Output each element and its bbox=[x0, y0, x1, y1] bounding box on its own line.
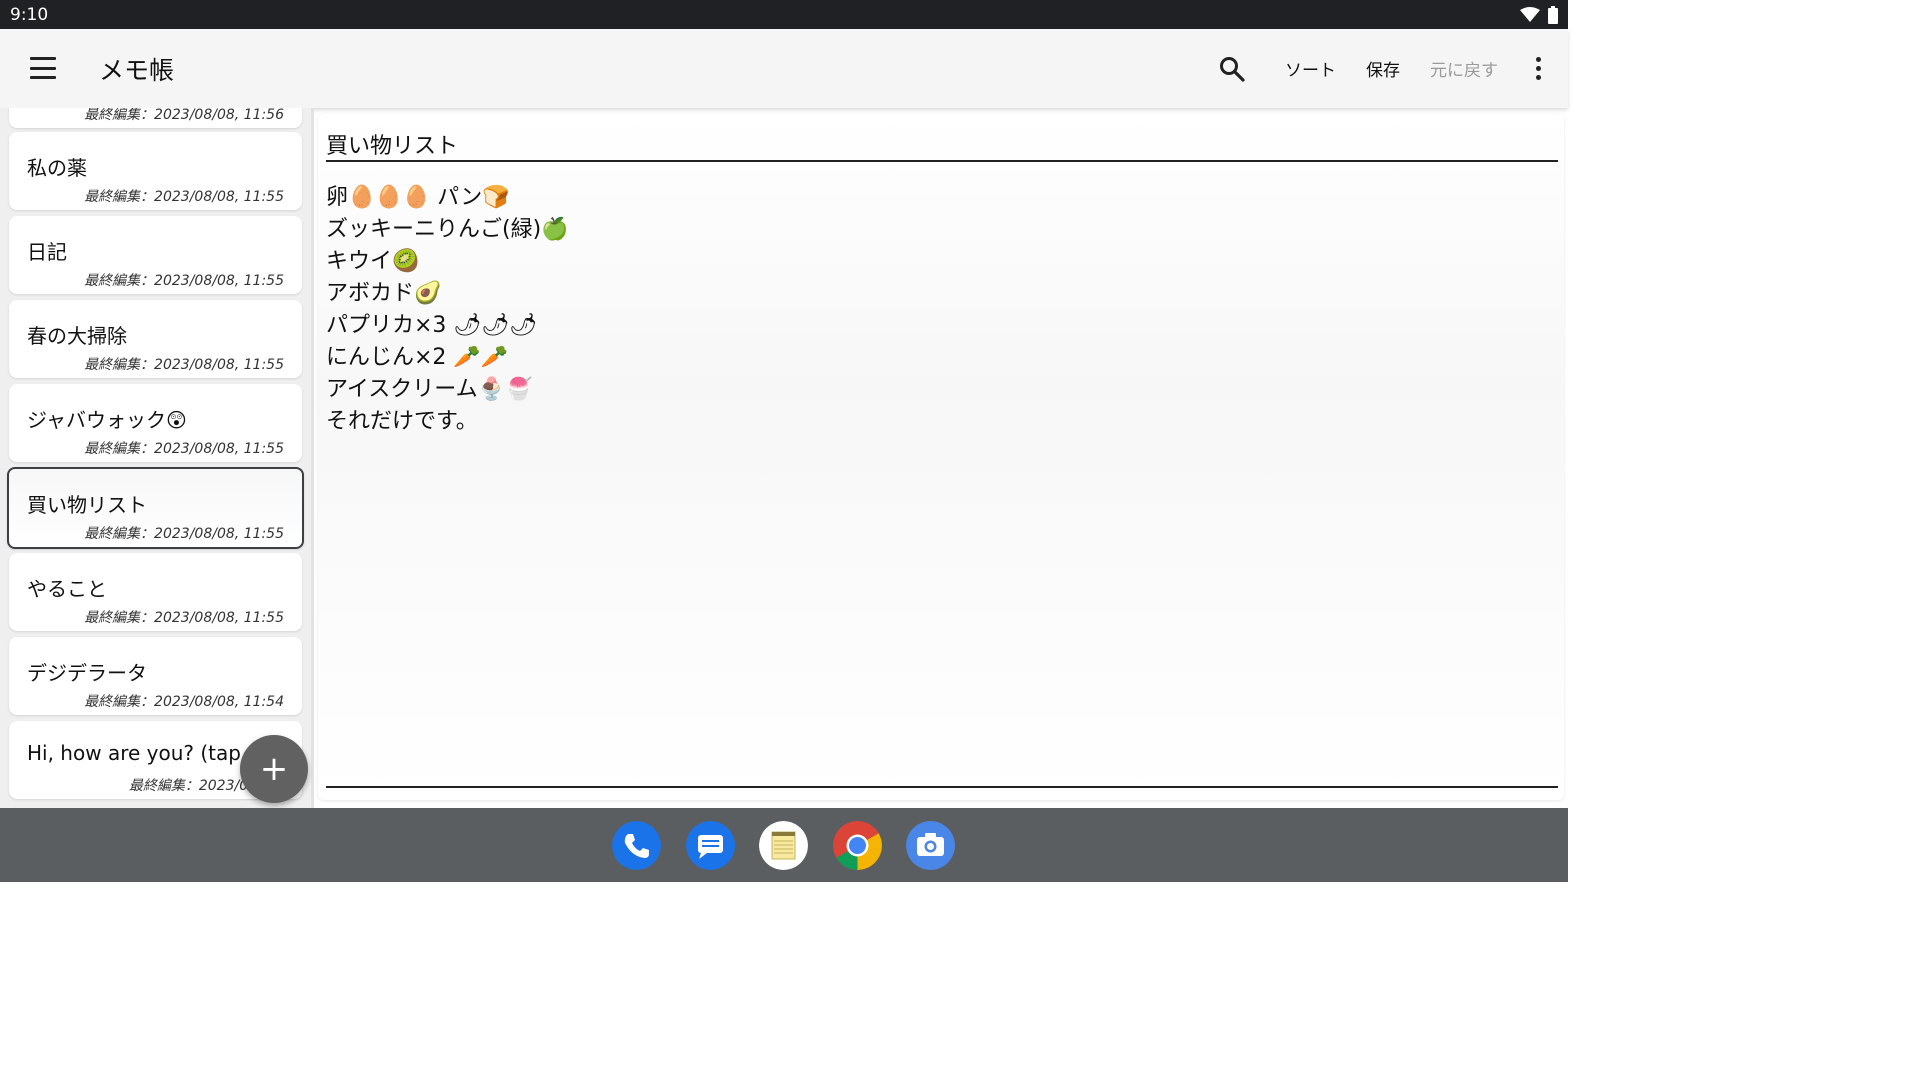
list-item[interactable]: ジャバウォック😲 最終編集：2023/08/08, 11:55 bbox=[9, 384, 302, 462]
app-dock bbox=[0, 808, 1568, 882]
note-line: 卵🥚🥚🥚 パン🍞 bbox=[326, 185, 510, 210]
note-line: アイスクリーム🍨🍧 bbox=[326, 377, 533, 402]
list-item[interactable]: デジデラータ 最終編集：2023/08/08, 11:54 bbox=[9, 637, 302, 715]
toolbar-actions: ソート 保存 元に戻す bbox=[1219, 29, 1548, 108]
app-title: メモ帳 bbox=[99, 56, 175, 85]
note-title: 私の薬 bbox=[27, 156, 87, 180]
status-icons bbox=[1520, 5, 1558, 24]
note-date: 最終編集：2023/08/08, 11:55 bbox=[84, 526, 284, 542]
note-title: 日記 bbox=[27, 240, 67, 264]
list-item[interactable]: 日記 最終編集：2023/08/08, 11:55 bbox=[9, 216, 302, 294]
note-line: にんじん×2 🥕🥕 bbox=[326, 345, 509, 370]
list-item[interactable]: 春の大掃除 最終編集：2023/08/08, 11:55 bbox=[9, 300, 302, 378]
list-item[interactable]: 最終編集：2023/08/08, 11:56 bbox=[9, 108, 302, 128]
note-line: それだけです。 bbox=[326, 409, 478, 434]
note-editor: 買い物リスト 卵🥚🥚🥚 パン🍞 ズッキーニりんご(緑)🍏 キウイ🥝 アボカド🥑 … bbox=[318, 114, 1564, 800]
battery-icon bbox=[1548, 5, 1558, 24]
undo-button[interactable]: 元に戻す bbox=[1430, 56, 1498, 81]
note-title: 買い物リスト bbox=[27, 493, 147, 517]
search-icon[interactable] bbox=[1219, 56, 1245, 82]
note-date: 最終編集：2023/08/08, 11:56 bbox=[84, 108, 284, 123]
status-bar: 9:10 bbox=[0, 0, 1568, 29]
note-line: アボカド🥑 bbox=[326, 281, 442, 306]
note-title: やること bbox=[27, 577, 107, 601]
note-line: キウイ🥝 bbox=[326, 249, 420, 274]
note-date: 最終編集：2023/08/08, 11:55 bbox=[84, 273, 284, 289]
messages-icon[interactable] bbox=[686, 821, 735, 870]
pane-divider[interactable] bbox=[311, 108, 314, 808]
note-body-field[interactable]: 卵🥚🥚🥚 パン🍞 ズッキーニりんご(緑)🍏 キウイ🥝 アボカド🥑 パプリカ×3 … bbox=[326, 182, 1558, 788]
add-note-button[interactable]: + bbox=[240, 735, 308, 803]
note-date: 最終編集：2023/08/08, 11:55 bbox=[84, 189, 284, 205]
note-date: 最終編集：2023/08/08, 11:55 bbox=[84, 610, 284, 626]
list-item[interactable]: 私の薬 最終編集：2023/08/08, 11:55 bbox=[9, 132, 302, 210]
note-date: 最終編集：2023/08/08, 11:55 bbox=[84, 357, 284, 373]
camera-icon[interactable] bbox=[906, 821, 955, 870]
wifi-icon bbox=[1520, 6, 1540, 22]
sort-button[interactable]: ソート bbox=[1285, 56, 1336, 81]
notepad-icon[interactable] bbox=[759, 821, 808, 870]
chrome-icon[interactable] bbox=[833, 821, 882, 870]
note-line: ズッキーニりんご(緑)🍏 bbox=[326, 217, 569, 242]
phone-icon[interactable] bbox=[612, 821, 661, 870]
note-title: デジデラータ bbox=[27, 661, 147, 685]
note-title: 春の大掃除 bbox=[27, 324, 127, 348]
list-item[interactable]: やること 最終編集：2023/08/08, 11:55 bbox=[9, 553, 302, 631]
save-button[interactable]: 保存 bbox=[1366, 56, 1400, 81]
list-item-selected[interactable]: 買い物リスト 最終編集：2023/08/08, 11:55 bbox=[7, 467, 304, 549]
app-bar: メモ帳 ソート 保存 元に戻す bbox=[0, 29, 1568, 108]
note-title-field[interactable]: 買い物リスト bbox=[326, 128, 1558, 162]
note-date: 最終編集：2023/08/08, 11:55 bbox=[84, 441, 284, 457]
more-options-icon[interactable] bbox=[1528, 57, 1548, 80]
note-title: ジャバウォック😲 bbox=[27, 408, 187, 432]
menu-icon[interactable] bbox=[30, 57, 56, 79]
note-date: 最終編集：2023/08/08, 11:54 bbox=[84, 694, 284, 710]
note-line: パプリカ×3 🌶🌶🌶 bbox=[326, 313, 538, 338]
notes-list[interactable]: 最終編集：2023/08/08, 11:56 私の薬 最終編集：2023/08/… bbox=[0, 108, 311, 808]
status-time: 9:10 bbox=[10, 4, 49, 25]
